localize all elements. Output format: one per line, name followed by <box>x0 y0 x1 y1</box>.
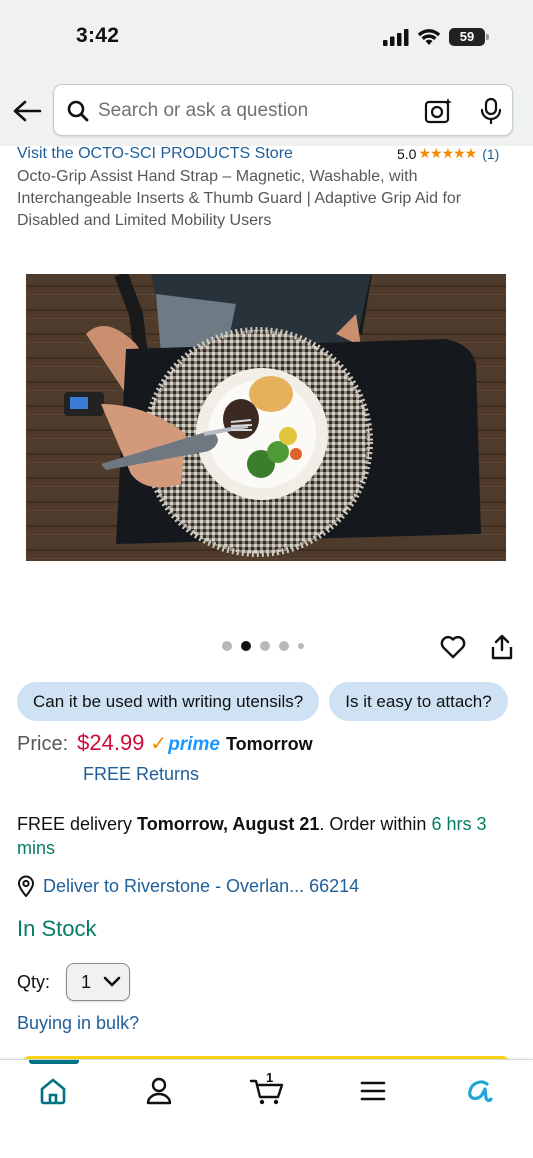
home-icon <box>40 1078 66 1105</box>
nav-cart[interactable]: 1 <box>245 1070 289 1108</box>
camera-icon[interactable] <box>424 97 454 125</box>
qty-label: Qty: <box>17 972 51 992</box>
question-chip[interactable]: Is it easy to attach? <box>329 682 508 721</box>
delivery-date: Tomorrow, August 21 <box>137 814 320 834</box>
mic-icon[interactable] <box>479 97 503 125</box>
battery-level: 59 <box>459 29 475 44</box>
delivery-info: FREE delivery Tomorrow, August 21. Order… <box>17 812 517 860</box>
prime-delivery-day: Tomorrow <box>225 734 313 754</box>
rating[interactable]: 5.0 ★★★★★ (1) <box>397 145 499 162</box>
deliver-to-address[interactable]: Deliver to Riverstone - Overlan... 66214 <box>43 876 359 897</box>
heart-icon <box>440 635 466 659</box>
active-tab-indicator <box>29 1060 79 1064</box>
wifi-icon <box>417 29 441 45</box>
free-returns-link[interactable]: FREE Returns <box>83 764 199 785</box>
prime-check-icon: ✓ <box>150 733 168 755</box>
quantity-value: 1 <box>81 971 92 992</box>
cart-count: 1 <box>266 1070 274 1085</box>
location-pin-icon <box>17 875 35 897</box>
price-row: Price: $24.99 ✓ prime Tomorrow <box>17 730 313 756</box>
nav-menu[interactable] <box>351 1074 395 1108</box>
battery-icon: 59 <box>449 28 489 46</box>
carousel-dot-active[interactable] <box>241 641 251 651</box>
nav-home[interactable] <box>31 1074 75 1108</box>
nav-rufus[interactable] <box>457 1074 501 1108</box>
rating-stars: ★★★★★ <box>418 145 477 161</box>
product-image[interactable] <box>26 274 506 561</box>
back-button[interactable] <box>10 96 44 126</box>
deliver-to-link[interactable]: Deliver to Riverstone - Overlan... 66214 <box>17 875 359 897</box>
chevron-down-icon <box>103 976 121 987</box>
search-input[interactable] <box>98 97 418 125</box>
nav-account[interactable] <box>137 1074 181 1108</box>
carousel-dot[interactable] <box>279 641 289 651</box>
question-chip[interactable]: Can it be used with writing utensils? <box>17 682 320 721</box>
product-title: Octo-Grip Assist Hand Strap – Magnetic, … <box>17 168 462 229</box>
status-bar: 3:42 59 <box>0 0 533 76</box>
delivery-prefix: FREE delivery <box>17 814 138 834</box>
search-header <box>0 76 533 146</box>
carousel-dot[interactable] <box>260 641 270 651</box>
stock-status: In Stock <box>17 916 97 941</box>
signal-icon <box>383 28 409 46</box>
carousel-dot[interactable] <box>222 641 232 651</box>
delivery-middle: . Order within <box>319 814 432 834</box>
carousel-dot[interactable] <box>298 643 304 649</box>
share-icon <box>491 634 513 660</box>
prime-logo: prime <box>168 734 220 755</box>
search-icon <box>67 100 89 122</box>
rufus-icon <box>468 1080 493 1102</box>
wishlist-button[interactable] <box>439 633 467 666</box>
buying-in-bulk-link[interactable]: Buying in bulk? <box>17 1013 139 1034</box>
search-bar[interactable] <box>53 84 513 136</box>
quantity-select[interactable]: 1 <box>66 963 130 1001</box>
suggested-questions: Can it be used with writing utensils? Is… <box>17 682 508 721</box>
account-icon <box>146 1077 172 1105</box>
share-button[interactable] <box>489 633 515 666</box>
bottom-nav: 1 <box>0 1059 533 1158</box>
carousel-dots[interactable] <box>222 641 304 651</box>
rating-count[interactable]: (1) <box>482 146 499 162</box>
price-label: Price: <box>17 733 69 755</box>
back-arrow-icon <box>13 100 42 122</box>
product-photo <box>26 274 506 561</box>
status-time: 3:42 <box>76 24 120 47</box>
rating-value: 5.0 <box>397 145 417 162</box>
menu-icon <box>360 1081 386 1101</box>
price-value: $24.99 <box>77 730 145 755</box>
store-link[interactable]: Visit the OCTO-SCI PRODUCTS Store <box>17 145 293 163</box>
status-icons: 59 <box>383 28 489 46</box>
